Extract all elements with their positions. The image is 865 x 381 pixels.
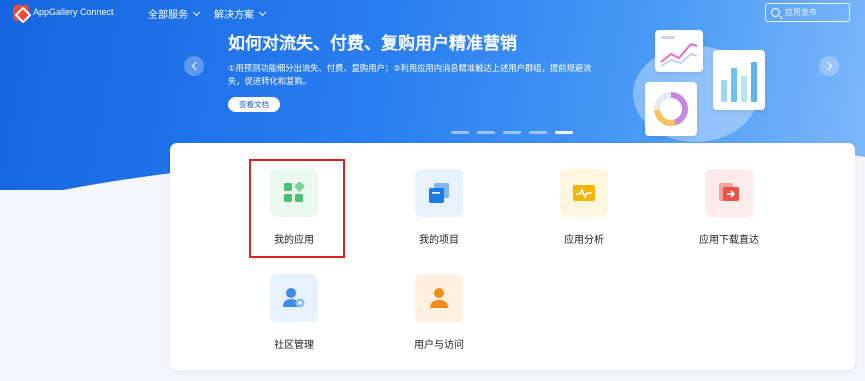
carousel-dot[interactable]: [477, 131, 495, 134]
bar-chart-card-icon: [713, 50, 765, 110]
chevron-down-icon: [192, 8, 201, 16]
service-tile-label[interactable]: 用户与访问: [414, 336, 464, 351]
service-tile-label[interactable]: 我的项目: [419, 231, 459, 246]
carousel-dot[interactable]: [503, 131, 521, 134]
banner-illustration: [625, 28, 775, 142]
line-chart-card-icon: [655, 30, 703, 72]
service-tile-label[interactable]: 应用分析: [564, 231, 604, 246]
service-tile-community-management[interactable]: 社区管理: [249, 274, 339, 351]
service-tile-users-access[interactable]: 用户与访问: [394, 274, 484, 351]
community-management-icon[interactable]: [270, 274, 318, 322]
users-access-icon[interactable]: [415, 274, 463, 322]
chevron-right-icon: [823, 61, 832, 71]
app-download-icon[interactable]: [705, 169, 753, 217]
chevron-left-icon: [191, 61, 200, 71]
view-docs-button[interactable]: 查看文档: [228, 97, 280, 112]
illustration-bar: [741, 76, 747, 102]
illustration-bar: [751, 62, 757, 102]
carousel-next-button[interactable]: [819, 56, 839, 76]
appgallery-logo-icon[interactable]: [13, 5, 29, 21]
illustration-bar: [721, 80, 727, 102]
highlight-annotation-box: [249, 159, 345, 258]
nav-menu-solutions[interactable]: 解决方案: [214, 6, 267, 21]
chevron-down-icon: [258, 8, 267, 16]
service-tile-label[interactable]: 应用下载直达: [699, 231, 759, 246]
banner-description: ①用预测功能细分出流失、付费、复购用户；②利用应用内消息精准触达上述用户群组，提…: [228, 63, 592, 86]
carousel-dot[interactable]: [451, 131, 469, 134]
search-box[interactable]: [765, 3, 850, 22]
nav-menu-all-services[interactable]: 全部服务: [148, 6, 201, 21]
carousel-dot-active[interactable]: [555, 131, 573, 134]
my-projects-icon[interactable]: [415, 169, 463, 217]
carousel-dot[interactable]: [529, 131, 547, 134]
nav-menu-label: 全部服务: [148, 10, 188, 21]
carousel-indicators: [451, 131, 573, 134]
app-analytics-icon[interactable]: [560, 169, 608, 217]
nav-menu-label: 解决方案: [214, 10, 254, 21]
service-tile-app-analytics[interactable]: 应用分析: [539, 169, 629, 246]
service-tile-my-projects[interactable]: 我的项目: [394, 169, 484, 246]
service-tile-app-download[interactable]: 应用下载直达: [684, 169, 774, 246]
donut-chart-card-icon: [645, 82, 697, 136]
service-tile-label[interactable]: 社区管理: [274, 336, 314, 351]
illustration-bar: [731, 68, 737, 102]
carousel-prev-button[interactable]: [184, 56, 204, 76]
search-icon[interactable]: [771, 8, 780, 17]
brand-name[interactable]: AppGallery Connect: [33, 7, 114, 17]
search-input[interactable]: [785, 8, 845, 17]
top-nav: AppGallery Connect 全部服务 解决方案: [0, 0, 865, 26]
banner-title: 如何对流失、付费、复购用户精准营销: [228, 34, 517, 54]
